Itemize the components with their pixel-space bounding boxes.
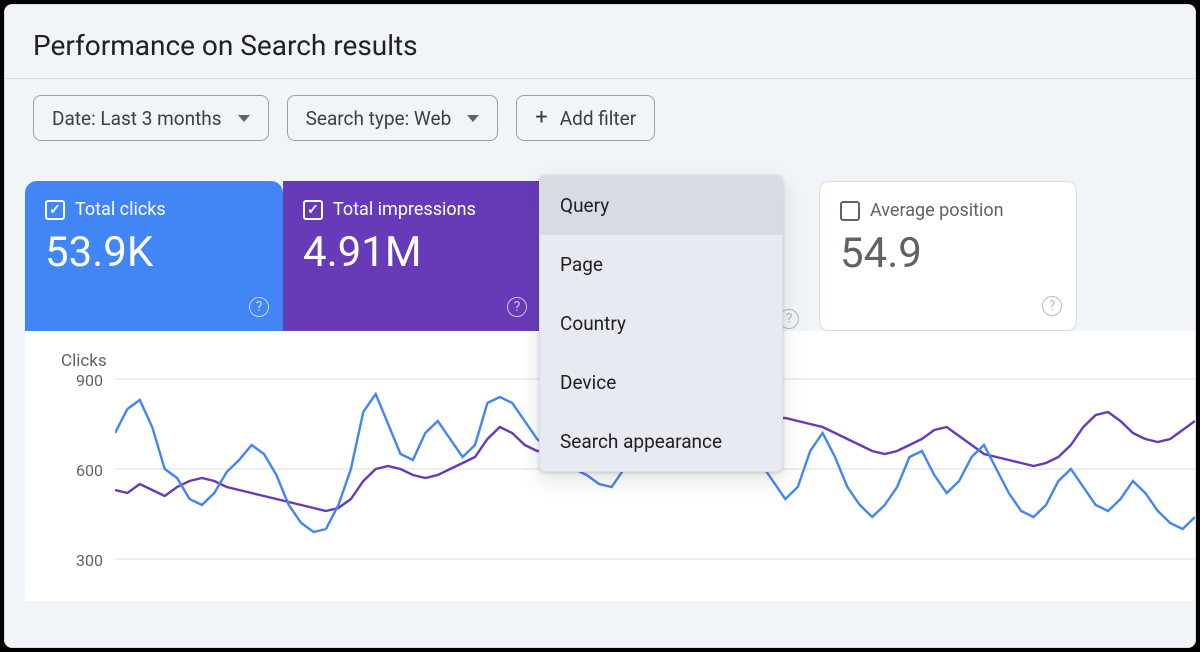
plus-icon: + — [535, 107, 547, 129]
help-icon[interactable]: ? — [249, 297, 269, 317]
clicks-label: Total clicks — [75, 199, 166, 220]
add-filter-dropdown: Query Page Country Device Search appeara… — [539, 175, 783, 472]
position-checkbox-icon[interactable] — [840, 201, 860, 221]
chevron-down-icon — [238, 115, 250, 122]
impr-label: Total impressions — [333, 199, 476, 220]
impr-value: 4.91M — [303, 228, 521, 277]
date-filter-label: Date: Last 3 months — [52, 107, 222, 130]
ytick-high: 900 — [67, 371, 103, 390]
position-label: Average position — [870, 200, 1004, 221]
page-title: Performance on Search results — [5, 5, 1195, 78]
card-average-position[interactable]: Average position 54.9 ? — [819, 181, 1077, 331]
search-type-chip[interactable]: Search type: Web — [287, 95, 499, 141]
clicks-checkbox-icon[interactable] — [45, 200, 65, 220]
dropdown-item-page[interactable]: Page — [540, 235, 782, 294]
position-value: 54.9 — [840, 229, 1056, 278]
ytick-mid: 600 — [67, 461, 103, 480]
add-filter-label: Add filter — [560, 107, 636, 130]
impr-checkbox-icon[interactable] — [303, 200, 323, 220]
date-filter-chip[interactable]: Date: Last 3 months — [33, 95, 269, 141]
dropdown-item-device[interactable]: Device — [540, 353, 782, 412]
help-icon[interactable]: ? — [507, 297, 527, 317]
filter-row: Date: Last 3 months Search type: Web + A… — [5, 79, 1195, 165]
search-type-label: Search type: Web — [306, 107, 452, 130]
dropdown-item-query[interactable]: Query — [540, 176, 782, 235]
help-icon[interactable]: ? — [1042, 296, 1062, 316]
clicks-value: 53.9K — [45, 228, 263, 277]
dropdown-item-search-appearance[interactable]: Search appearance — [540, 412, 782, 471]
dropdown-item-country[interactable]: Country — [540, 294, 782, 353]
ytick-low: 300 — [67, 551, 103, 570]
add-filter-chip[interactable]: + Add filter — [516, 95, 655, 141]
chart-y-axis-label: Clicks — [61, 351, 107, 371]
card-total-impressions[interactable]: Total impressions 4.91M ? — [283, 181, 541, 331]
card-total-clicks[interactable]: Total clicks 53.9K ? — [25, 181, 283, 331]
chevron-down-icon — [467, 115, 479, 122]
